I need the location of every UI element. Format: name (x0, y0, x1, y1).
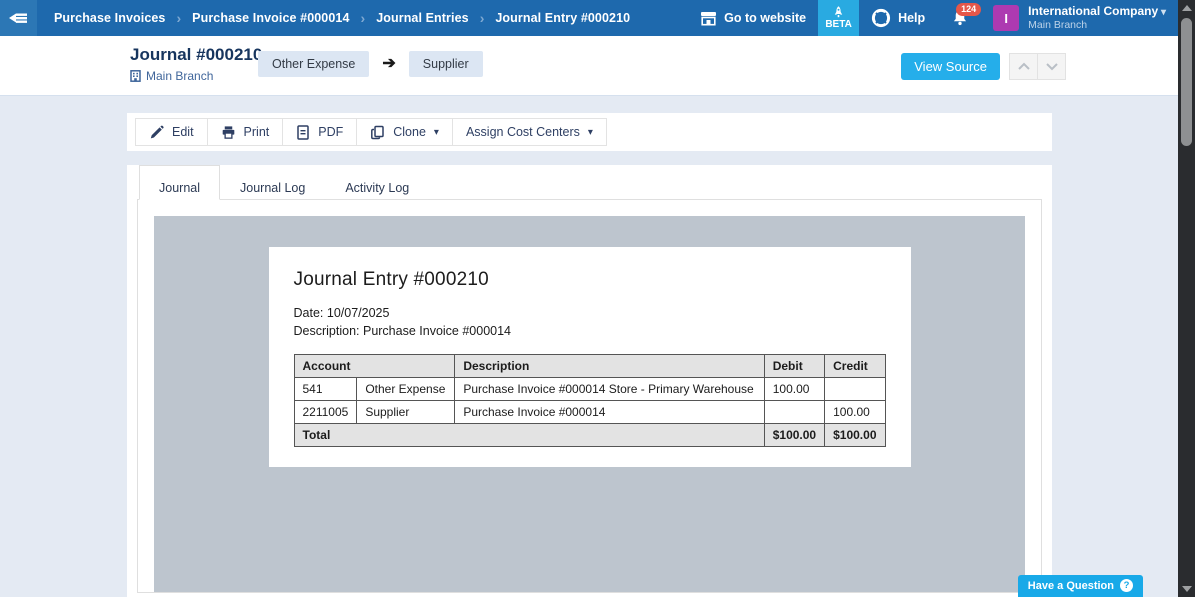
beta-badge[interactable]: BETA (818, 0, 859, 36)
notification-count-badge: 124 (956, 3, 981, 16)
account-name-cell: Supplier (357, 401, 455, 424)
previous-record-button[interactable] (1009, 53, 1038, 80)
assign-cost-centers-button[interactable]: Assign Cost Centers (452, 118, 607, 146)
go-to-website-link[interactable]: Go to website (688, 0, 818, 36)
total-label-cell: Total (294, 424, 764, 447)
chevron-down-icon (1045, 62, 1059, 71)
breadcrumb-purchase-invoices[interactable]: Purchase Invoices (54, 11, 165, 25)
tab-journal[interactable]: Journal (139, 165, 220, 200)
flow-source-badge[interactable]: Other Expense (258, 51, 369, 77)
rocket-icon (831, 6, 846, 18)
vertical-scrollbar[interactable] (1178, 0, 1195, 597)
clone-icon (370, 125, 385, 140)
table-header-row: Account Description Debit Credit (294, 355, 885, 378)
journal-panel: Journal Journal Log Activity Log Journal… (127, 165, 1052, 597)
account-name-cell: Other Expense (357, 378, 455, 401)
company-avatar: I (993, 5, 1019, 31)
breadcrumb-purchase-invoice-000014[interactable]: Purchase Invoice #000014 (192, 11, 349, 25)
tab-content: Journal Entry #000210 Date: 10/07/2025 D… (137, 199, 1042, 593)
column-header-description: Description (455, 355, 764, 378)
pencil-icon (149, 125, 164, 140)
tab-activity-log[interactable]: Activity Log (325, 165, 429, 200)
journal-entries-table: Account Description Debit Credit 541 Oth… (294, 354, 886, 447)
scrollbar-up-arrow[interactable] (1178, 0, 1195, 16)
breadcrumb: Purchase Invoices Purchase Invoice #0000… (54, 0, 630, 36)
document-date-value: 10/07/2025 (327, 306, 390, 320)
account-flow: Other Expense ➔ Supplier (258, 51, 483, 77)
notifications-button[interactable]: 124 (937, 0, 983, 36)
building-icon (130, 70, 141, 82)
column-header-account: Account (294, 355, 455, 378)
company-menu[interactable]: I International Company Main Branch (983, 0, 1170, 36)
chevron-up-icon (1017, 62, 1031, 71)
life-ring-help-icon (871, 8, 891, 28)
debit-cell: 100.00 (764, 378, 824, 401)
document-date-line: Date: 10/07/2025 (294, 304, 886, 322)
company-branch: Main Branch (1028, 19, 1166, 32)
document-description-line: Description: Purchase Invoice #000014 (294, 322, 886, 340)
main-content: Edit Print PDF (0, 96, 1195, 597)
breadcrumb-journal-entries[interactable]: Journal Entries (376, 11, 469, 25)
journal-preview-panel: Journal Entry #000210 Date: 10/07/2025 D… (154, 216, 1025, 592)
storefront-icon (700, 11, 717, 26)
scrollbar-thumb[interactable] (1181, 18, 1192, 146)
credit-cell: 100.00 (825, 401, 885, 424)
collapse-sidebar-button[interactable] (0, 0, 37, 36)
edit-button[interactable]: Edit (135, 118, 208, 146)
document-description-value: Purchase Invoice #000014 (363, 324, 511, 338)
tab-bar: Journal Journal Log Activity Log (127, 165, 1052, 200)
table-row: 2211005 Supplier Purchase Invoice #00001… (294, 401, 885, 424)
have-a-question-button[interactable]: Have a Question ? (1018, 575, 1143, 597)
table-row: 541 Other Expense Purchase Invoice #0000… (294, 378, 885, 401)
branch-label: Main Branch (146, 69, 213, 83)
toolbar: Edit Print PDF (127, 113, 1052, 151)
company-name: International Company (1028, 5, 1166, 19)
pdf-button[interactable]: PDF (282, 118, 357, 146)
top-navbar: Purchase Invoices Purchase Invoice #0000… (0, 0, 1195, 36)
column-header-credit: Credit (825, 355, 885, 378)
flow-target-badge[interactable]: Supplier (409, 51, 483, 77)
breadcrumb-journal-entry-000210[interactable]: Journal Entry #000210 (495, 11, 630, 25)
help-button[interactable]: Help (859, 0, 937, 36)
print-button[interactable]: Print (207, 118, 284, 146)
description-cell: Purchase Invoice #000014 (455, 401, 764, 424)
account-code-cell: 541 (294, 378, 357, 401)
debit-cell (764, 401, 824, 424)
clone-button[interactable]: Clone (356, 118, 453, 146)
total-debit-cell: $100.00 (764, 424, 824, 447)
document-title: Journal Entry #000210 (294, 269, 886, 291)
total-credit-cell: $100.00 (825, 424, 885, 447)
credit-cell (825, 378, 885, 401)
pdf-file-icon (296, 125, 310, 140)
table-total-row: Total $100.00 $100.00 (294, 424, 885, 447)
page-header: Journal #000210 Main Branch Other Expens… (0, 36, 1195, 96)
view-source-button[interactable]: View Source (901, 53, 1000, 80)
column-header-debit: Debit (764, 355, 824, 378)
printer-icon (221, 125, 236, 140)
scrollbar-down-arrow[interactable] (1178, 581, 1195, 597)
collapse-menu-icon (9, 11, 28, 25)
tab-journal-log[interactable]: Journal Log (220, 165, 325, 200)
journal-document: Journal Entry #000210 Date: 10/07/2025 D… (269, 247, 911, 467)
next-record-button[interactable] (1037, 53, 1066, 80)
question-icon: ? (1120, 579, 1133, 592)
arrow-right-icon: ➔ (382, 56, 395, 72)
description-cell: Purchase Invoice #000014 Store - Primary… (455, 378, 764, 401)
account-code-cell: 2211005 (294, 401, 357, 424)
